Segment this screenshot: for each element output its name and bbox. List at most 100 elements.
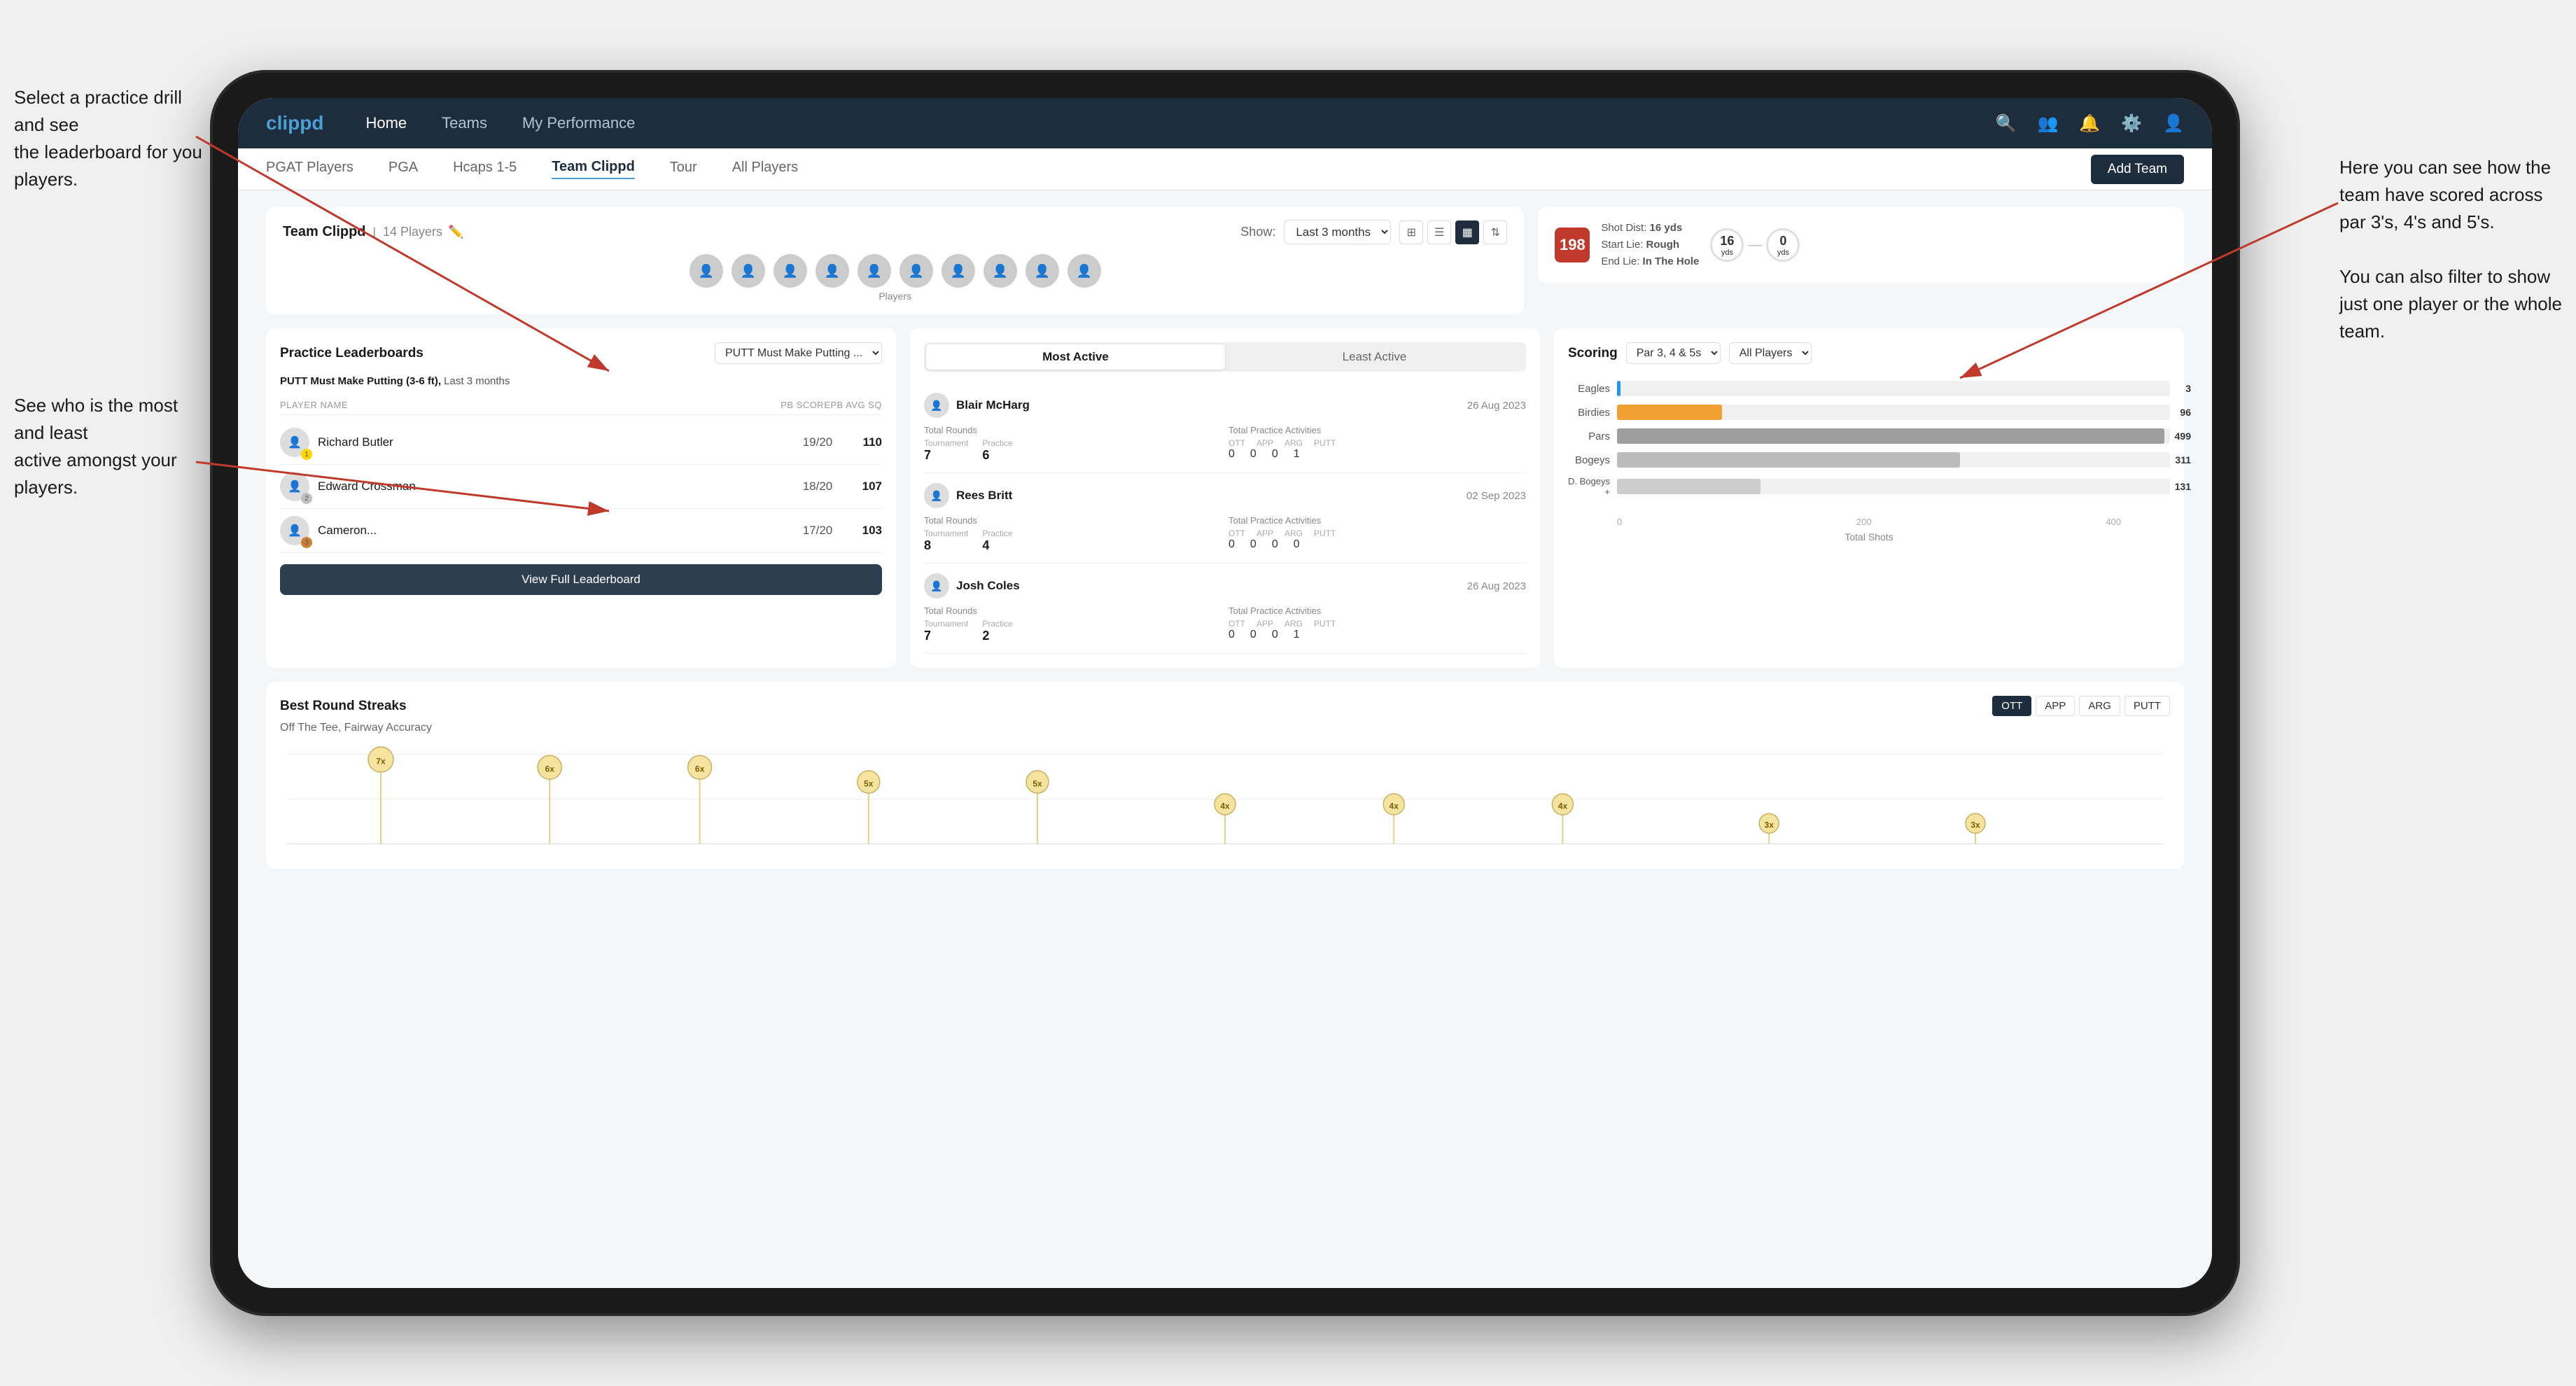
bar-fill-pars: [1617, 428, 2164, 444]
bell-icon[interactable]: 🔔: [2079, 113, 2100, 134]
shot-circle-2: 0 yds: [1766, 228, 1800, 262]
lb-header-name: PLAYER NAME: [280, 400, 780, 410]
activity-header-3: 👤 Josh Coles 26 Aug 2023: [924, 573, 1526, 598]
tab-least-active[interactable]: Least Active: [1225, 344, 1524, 370]
filter-btn[interactable]: ⇅: [1483, 220, 1507, 244]
nav-link-teams[interactable]: Teams: [442, 114, 487, 132]
shot-info-inner: 198 Shot Dist: 16 yds Start Lie: Rough E…: [1555, 220, 2167, 270]
scoring-title: Scoring: [1568, 346, 1618, 361]
sub-nav-pga[interactable]: PGA: [388, 160, 418, 178]
avatar-3: 👤: [774, 254, 807, 288]
avatar-2: 👤: [732, 254, 765, 288]
avatar-7: 👤: [941, 254, 975, 288]
bar-track-eagles: 3: [1617, 381, 2170, 396]
bar-value-bogeys: 311: [2175, 454, 2191, 465]
lb-row-1: 👤 1 Richard Butler 19/20 110: [280, 421, 882, 465]
stat-col-practice-1: Practice 6: [982, 438, 1012, 463]
shot-info-card: 198 Shot Dist: 16 yds Start Lie: Rough E…: [1538, 207, 2184, 283]
bar-track-dbogeys: 131: [1617, 479, 2170, 494]
sub-nav-all-players[interactable]: All Players: [732, 160, 798, 178]
annotation-bottom-left: See who is the most and least active amo…: [14, 392, 210, 501]
streaks-chart: 7x 6x 6x 5x: [287, 743, 2163, 855]
scoring-card: Scoring Par 3, 4 & 5s All Players Eagles: [1554, 328, 2184, 668]
activity-header-2: 👤 Rees Britt 02 Sep 2023: [924, 483, 1526, 508]
lb-score-1: 19/20: [797, 435, 839, 449]
svg-text:5x: 5x: [864, 778, 874, 788]
lb-avatar-2: 👤 2: [280, 472, 309, 501]
end-lie-value: In The Hole: [1643, 255, 1700, 267]
show-controls: Show: Last 3 months Last 6 months Last y…: [1240, 220, 1507, 244]
scoring-header: Scoring Par 3, 4 & 5s All Players: [1568, 342, 2170, 364]
lb-row-2: 👤 2 Edward Crossman 18/20 107: [280, 465, 882, 509]
activity-tab-group: Most Active Least Active: [924, 342, 1526, 372]
stat-cols-rounds-1: Tournament 7 Practice 6: [924, 438, 1222, 463]
bar-fill-dbogeys: [1617, 479, 1760, 494]
show-period-select[interactable]: Last 3 months Last 6 months Last year: [1284, 220, 1391, 244]
streak-filter-app[interactable]: APP: [2036, 696, 2075, 716]
stat-label-rounds-2: Total Rounds: [924, 515, 1222, 526]
shot-circle-1-value: 16: [1720, 234, 1734, 248]
practice-value-1: 6: [982, 448, 1012, 463]
nav-link-home[interactable]: Home: [365, 114, 407, 132]
settings-icon[interactable]: ⚙️: [2121, 113, 2142, 134]
activity-avatar-1: 👤: [924, 393, 949, 418]
bar-track-bogeys: 311: [1617, 452, 2170, 468]
nav-link-performance[interactable]: My Performance: [522, 114, 635, 132]
svg-text:4x: 4x: [1220, 801, 1230, 811]
activity-date-2: 02 Sep 2023: [1466, 490, 1526, 502]
lb-header-avg: PB AVG SQ: [830, 400, 882, 410]
svg-text:4x: 4x: [1558, 801, 1568, 811]
lb-medal-2: 2: [301, 493, 312, 504]
svg-text:6x: 6x: [695, 764, 705, 774]
activity-date-3: 26 Aug 2023: [1467, 580, 1526, 592]
bar-track-pars: 499: [1617, 428, 2170, 444]
streak-filter-putt[interactable]: PUTT: [2124, 696, 2170, 716]
sub-nav-hcaps[interactable]: Hcaps 1-5: [453, 160, 517, 178]
bar-value-pars: 499: [2175, 430, 2191, 442]
bar-fill-eagles: [1617, 381, 1620, 396]
lb-avatar-1-icon: 👤: [288, 435, 302, 449]
leaderboard-subtitle: PUTT Must Make Putting (3-6 ft), Last 3 …: [280, 375, 882, 387]
user-avatar-icon[interactable]: 👤: [2163, 113, 2184, 134]
bar-value-birdies: 96: [2180, 407, 2191, 418]
show-label: Show:: [1240, 225, 1275, 239]
lb-avg-3: 103: [847, 524, 882, 538]
sub-nav-tour[interactable]: Tour: [670, 160, 697, 178]
start-lie-label: Start Lie:: [1601, 239, 1643, 251]
nav-logo: clippd: [266, 112, 323, 134]
svg-text:6x: 6x: [545, 764, 555, 774]
tab-most-active[interactable]: Most Active: [926, 344, 1225, 370]
streaks-svg: 7x 6x 6x 5x: [287, 743, 2163, 855]
avatar-10: 👤: [1068, 254, 1101, 288]
add-team-button[interactable]: Add Team: [2091, 155, 2184, 184]
view-leaderboard-button[interactable]: View Full Leaderboard: [280, 564, 882, 595]
streak-filter-arg[interactable]: ARG: [2079, 696, 2120, 716]
svg-text:3x: 3x: [1970, 820, 1980, 830]
bar-value-eagles: 3: [2185, 383, 2191, 394]
activity-header-1: 👤 Blair McHarg 26 Aug 2023: [924, 393, 1526, 418]
grid-view-btn[interactable]: ⊞: [1399, 220, 1423, 244]
avatar-6: 👤: [899, 254, 933, 288]
scoring-filter-players[interactable]: All Players: [1729, 342, 1812, 364]
streaks-title: Best Round Streaks: [280, 699, 407, 714]
sub-nav-team-clippd[interactable]: Team Clippd: [552, 159, 635, 179]
search-icon[interactable]: 🔍: [1996, 113, 2017, 134]
edit-icon[interactable]: ✏️: [448, 225, 463, 239]
sub-nav-pgat[interactable]: PGAT Players: [266, 160, 354, 178]
bar-label-pars: Pars: [1568, 430, 1610, 442]
streaks-subtitle: Off The Tee, Fairway Accuracy: [280, 722, 2170, 734]
drill-select[interactable]: PUTT Must Make Putting ...: [715, 342, 882, 364]
users-icon[interactable]: 👥: [2037, 113, 2058, 134]
avatar-5: 👤: [858, 254, 891, 288]
bar-chart: Eagles 3 Birdies 96: [1568, 375, 2170, 511]
list-view-btn[interactable]: ☰: [1427, 220, 1451, 244]
scoring-filter-par[interactable]: Par 3, 4 & 5s: [1626, 342, 1721, 364]
streak-filter-ott[interactable]: OTT: [1992, 696, 2031, 716]
lb-table-header: PLAYER NAME PB SCORE PB AVG SQ: [280, 396, 882, 415]
activity-stats-3: Total Rounds Tournament 7 Practice 2: [924, 606, 1526, 643]
players-label: Players: [283, 290, 1507, 302]
shot-circles: 16 yds — 0 yds: [1710, 228, 1800, 262]
practice-leaderboards-header: Practice Leaderboards PUTT Must Make Put…: [280, 342, 882, 364]
stat-cols-rounds-2: Tournament 8 Practice 4: [924, 528, 1222, 553]
card-view-btn[interactable]: ▦: [1455, 220, 1479, 244]
